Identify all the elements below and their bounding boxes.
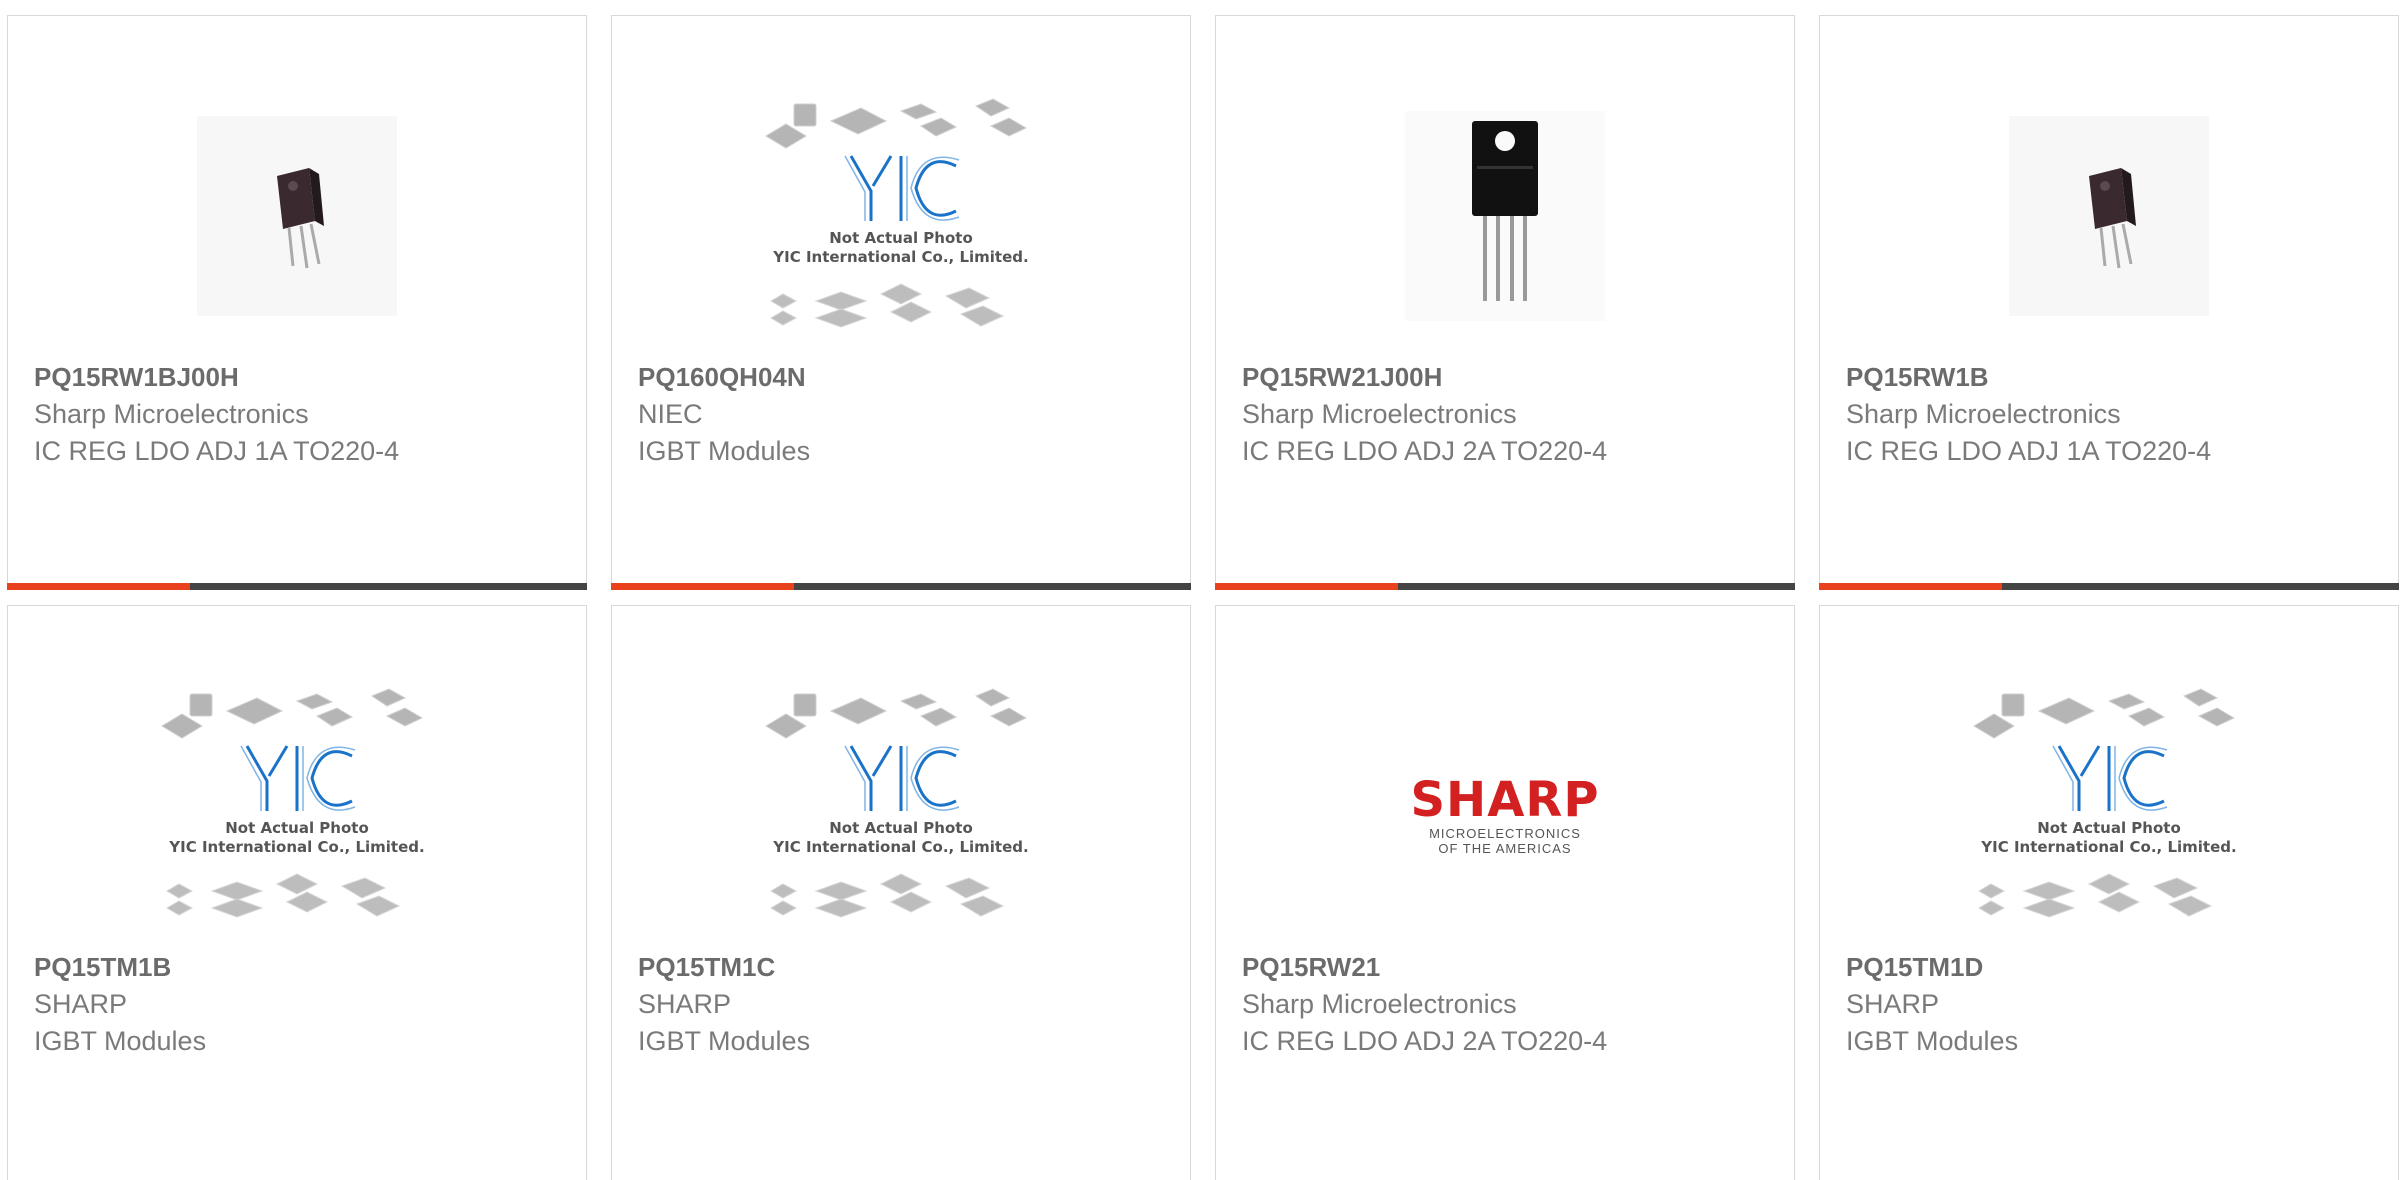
product-card[interactable]: Not Actual Photo YIC International Co., … — [611, 15, 1191, 590]
part-number[interactable]: PQ15RW1BJ00H — [34, 359, 566, 396]
product-image[interactable] — [1216, 66, 1794, 366]
card-bottom-bar — [611, 583, 1191, 590]
yic-placeholder-image: Not Actual Photo YIC International Co., … — [1969, 686, 2249, 926]
sharp-logo-sub2: OF THE AMERICAS — [1438, 841, 1572, 856]
description: IC REG LDO ADJ 2A TO220-4 — [1242, 436, 1608, 466]
placeholder-company: YIC International Co., Limited. — [773, 838, 1029, 856]
part-number[interactable]: PQ160QH04N — [638, 359, 1170, 396]
card-bottom-bar — [1819, 583, 2399, 590]
placeholder-company: YIC International Co., Limited. — [169, 838, 425, 856]
to220-component-icon — [277, 168, 324, 269]
product-image[interactable]: Not Actual Photo YIC International Co., … — [612, 656, 1190, 956]
placeholder-note: Not Actual Photo — [2037, 819, 2181, 837]
chip-packages-icon — [765, 98, 1028, 328]
product-card[interactable]: PQ15RW21J00H Sharp Microelectronics IC R… — [1215, 15, 1795, 590]
manufacturer: SHARP — [638, 989, 732, 1019]
product-card[interactable]: Not Actual Photo YIC International Co., … — [611, 605, 1191, 1180]
placeholder-company: YIC International Co., Limited. — [1981, 838, 2237, 856]
placeholder-note: Not Actual Photo — [829, 229, 973, 247]
part-number[interactable]: PQ15TM1B — [34, 949, 566, 986]
part-number[interactable]: PQ15TM1C — [638, 949, 1170, 986]
to220-component-icon — [1472, 121, 1538, 301]
description: IC REG LDO ADJ 1A TO220-4 — [1846, 436, 2212, 466]
manufacturer: Sharp Microelectronics — [1242, 399, 1517, 429]
manufacturer: SHARP — [34, 989, 128, 1019]
part-number[interactable]: PQ15TM1D — [1846, 949, 2378, 986]
manufacturer: Sharp Microelectronics — [1846, 399, 2121, 429]
description: IGBT Modules — [638, 1026, 811, 1056]
description: IGBT Modules — [34, 1026, 207, 1056]
manufacturer: NIEC — [638, 399, 703, 429]
card-bottom-bar — [1215, 583, 1795, 590]
description: IC REG LDO ADJ 1A TO220-4 — [34, 436, 400, 466]
product-card[interactable]: SHARP MICROELECTRONICS OF THE AMERICAS P… — [1215, 605, 1795, 1180]
placeholder-note: Not Actual Photo — [225, 819, 369, 837]
sharp-logo-word: SHARP — [1410, 772, 1600, 828]
placeholder-company: YIC International Co., Limited. — [773, 248, 1029, 266]
product-image[interactable] — [8, 66, 586, 366]
chip-packages-icon — [161, 688, 424, 918]
description: IGBT Modules — [1846, 1026, 2019, 1056]
chip-packages-icon — [765, 688, 1028, 918]
yic-placeholder-image: Not Actual Photo YIC International Co., … — [761, 96, 1041, 336]
placeholder-note: Not Actual Photo — [829, 819, 973, 837]
part-number[interactable]: PQ15RW1B — [1846, 359, 2378, 396]
sharp-logo-sub1: MICROELECTRONICS — [1429, 826, 1581, 841]
product-image[interactable]: Not Actual Photo YIC International Co., … — [612, 66, 1190, 366]
to220-component-icon — [2089, 168, 2136, 269]
product-card[interactable]: PQ15RW1B Sharp Microelectronics IC REG L… — [1819, 15, 2399, 590]
manufacturer: Sharp Microelectronics — [34, 399, 309, 429]
manufacturer: Sharp Microelectronics — [1242, 989, 1517, 1019]
yic-placeholder-image: Not Actual Photo YIC International Co., … — [157, 686, 437, 926]
part-number[interactable]: PQ15RW21 — [1242, 949, 1774, 986]
product-grid: PQ15RW1BJ00H Sharp Microelectronics IC R… — [0, 0, 2400, 1180]
sharp-logo: SHARP MICROELECTRONICS OF THE AMERICAS — [1390, 774, 1620, 856]
part-number[interactable]: PQ15RW21J00H — [1242, 359, 1774, 396]
product-image[interactable] — [1820, 66, 2398, 366]
product-image[interactable]: SHARP MICROELECTRONICS OF THE AMERICAS — [1216, 656, 1794, 956]
description: IC REG LDO ADJ 2A TO220-4 — [1242, 1026, 1608, 1056]
product-card[interactable]: Not Actual Photo YIC International Co., … — [1819, 605, 2399, 1180]
manufacturer: SHARP — [1846, 989, 1940, 1019]
chip-packages-icon — [1973, 688, 2236, 918]
product-card[interactable]: PQ15RW1BJ00H Sharp Microelectronics IC R… — [7, 15, 587, 590]
yic-placeholder-image: Not Actual Photo YIC International Co., … — [761, 686, 1041, 926]
card-bottom-bar — [7, 583, 587, 590]
product-card[interactable]: Not Actual Photo YIC International Co., … — [7, 605, 587, 1180]
product-image[interactable]: Not Actual Photo YIC International Co., … — [1820, 656, 2398, 956]
description: IGBT Modules — [638, 436, 811, 466]
product-image[interactable]: Not Actual Photo YIC International Co., … — [8, 656, 586, 956]
